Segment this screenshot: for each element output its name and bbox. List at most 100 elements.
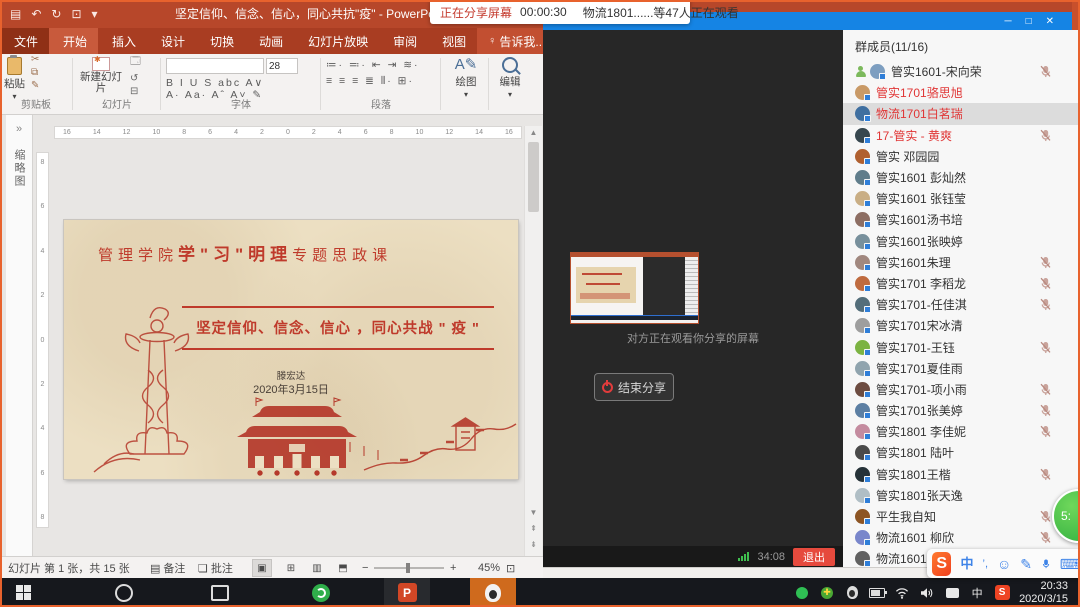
ribbon-tab[interactable]: 动画 (245, 28, 294, 54)
member-row[interactable]: 管实1701-王钰 (843, 336, 1080, 357)
ribbon-tab[interactable]: 视图 (428, 28, 477, 54)
paste-button[interactable]: 粘贴▾ (4, 54, 25, 101)
end-share-button[interactable]: 结束分享 (594, 373, 674, 401)
member-row[interactable]: 物流1701白茗瑞 (843, 103, 1080, 124)
next-slide-icon[interactable]: ⇟ (525, 540, 542, 549)
new-slide-button[interactable]: 新建幻灯片 (78, 54, 124, 97)
member-row[interactable]: 管实1601-宋向荣 (843, 61, 1080, 82)
ribbon-tab[interactable]: 幻灯片放映 (294, 28, 379, 54)
green-app-button[interactable] (298, 578, 344, 607)
member-row[interactable]: 管实1701夏佳雨 (843, 358, 1080, 379)
input-mode-indicator[interactable]: 中 (969, 585, 985, 601)
member-row[interactable]: 管实 邓园园 (843, 146, 1080, 167)
editing-button[interactable]: 编辑▾ (492, 54, 528, 99)
ribbon-tab[interactable]: 插入 (98, 28, 147, 54)
ribbon-tab[interactable]: 文件 (0, 28, 49, 54)
font-size-box[interactable]: 28 (266, 58, 298, 74)
zoom-out-button[interactable]: − (362, 557, 368, 579)
qat-icon[interactable]: ↶ (31, 7, 41, 21)
sogou-logo-icon[interactable]: S (932, 552, 951, 576)
qat-icon[interactable]: ▤ (10, 7, 21, 21)
qat-icon[interactable]: ▾ (92, 7, 98, 21)
tab-label: 视图 (442, 33, 466, 50)
voice-input-icon[interactable] (1041, 557, 1051, 571)
battery-icon[interactable] (869, 585, 885, 601)
zoom-slider[interactable] (374, 567, 444, 569)
zoom-level[interactable]: 45% (478, 557, 500, 579)
thumbnails-pane-collapsed[interactable]: » 缩略图 (6, 115, 33, 556)
tab-label: 切换 (210, 33, 234, 50)
maximize-icon[interactable]: □ (1026, 16, 1032, 27)
start-button[interactable] (0, 578, 46, 607)
close-icon[interactable]: ✕ (1046, 16, 1054, 27)
slide-sorter-view-button[interactable]: ⊞ (282, 560, 300, 576)
member-row[interactable]: 管实1801王楷 (843, 464, 1080, 485)
zoom-in-button[interactable]: + (450, 557, 456, 579)
qat-icon[interactable]: ⊡ (71, 7, 81, 21)
avatar (855, 85, 870, 100)
ribbon-tab[interactable]: 设计 (147, 28, 196, 54)
ribbon-tab[interactable]: 审阅 (379, 28, 428, 54)
zoom-slider-thumb[interactable] (406, 563, 410, 573)
member-row[interactable]: 管实1701骆思旭 (843, 82, 1080, 103)
member-row[interactable]: 管实1701 李稻龙 (843, 273, 1080, 294)
drawing-button[interactable]: A✎ 绘图▾ (446, 54, 486, 99)
align-buttons[interactable]: ≡ ≡ ≡ ≣ ⫴· ⊞· (326, 75, 436, 88)
tray-green-dot-icon[interactable] (794, 585, 810, 601)
qat-icon[interactable]: ↻ (51, 7, 61, 21)
slideshow-view-button[interactable]: ⬒ (334, 560, 352, 576)
fit-to-window-icon[interactable]: ⊡ (506, 557, 515, 579)
member-row[interactable]: 管实1801 陆叶 (843, 442, 1080, 463)
exit-button[interactable]: 退出 (793, 548, 835, 566)
slide-title: 管理学院学"习"明理专题思政课 (98, 240, 392, 265)
notes-button[interactable]: ▤备注 (150, 557, 185, 579)
member-row[interactable]: 管实1601 张钰莹 (843, 188, 1080, 209)
member-row[interactable]: 管实1801 李佳妮 (843, 421, 1080, 442)
slide-canvas[interactable]: 管理学院学"习"明理专题思政课 坚定信仰、信念、信心 ，同心共战 " 疫 " 滕… (64, 220, 518, 479)
comments-button[interactable]: ❏批注 (198, 557, 233, 579)
tray-qq-icon[interactable] (844, 585, 860, 601)
normal-view-button[interactable]: ▣ (252, 559, 272, 577)
chinese-mode-icon[interactable]: 中 (960, 557, 973, 571)
member-row[interactable]: 平生我自知 (843, 506, 1080, 527)
minimize-icon[interactable]: ─ (1004, 16, 1011, 27)
clipboard-small-buttons[interactable]: ✂⧉✎ (31, 54, 39, 101)
tray-antivirus-icon[interactable]: ✚ (819, 585, 835, 601)
member-row[interactable]: 管实1801张天逸 (843, 485, 1080, 506)
member-row[interactable]: 物流1601 柳欣 (843, 527, 1080, 548)
volume-icon[interactable] (919, 585, 935, 601)
scrollbar-thumb[interactable] (528, 142, 539, 212)
cortana-button[interactable] (101, 578, 147, 607)
notifications-icon[interactable] (944, 585, 960, 601)
powerpoint-taskbar-button[interactable]: P (384, 578, 430, 607)
member-row[interactable]: 管实1701-项小雨 (843, 379, 1080, 400)
member-row[interactable]: 管实1701张美婷 (843, 400, 1080, 421)
member-row[interactable]: 管实1701宋冰清 (843, 315, 1080, 336)
emoji-icon[interactable]: ☺ (997, 557, 1011, 571)
member-row[interactable]: 17-管实 - 黄爽 (843, 125, 1080, 146)
keyboard-icon[interactable]: ⌨ (1060, 557, 1080, 571)
slide-small-buttons[interactable]: 🗔↺⊟ (130, 54, 141, 97)
member-row[interactable]: 管实1601朱理 (843, 252, 1080, 273)
reading-view-button[interactable]: ▥ (308, 560, 326, 576)
scroll-up-icon[interactable]: ▲ (525, 128, 542, 137)
font-name-box[interactable] (166, 58, 264, 74)
previous-slide-icon[interactable]: ⇞ (525, 524, 542, 533)
member-row[interactable]: 管实1601 彭灿然 (843, 167, 1080, 188)
ribbon-tab[interactable]: 开始 (49, 28, 98, 54)
taskbar-clock[interactable]: 20:33 2020/3/15 (1019, 580, 1072, 606)
member-row[interactable]: 管实1601汤书培 (843, 209, 1080, 230)
member-row[interactable]: 管实1701-任佳淇 (843, 294, 1080, 315)
member-row[interactable]: 管实1601张映婷 (843, 231, 1080, 252)
font-style-buttons[interactable]: B I U S abc A∨ (166, 77, 316, 89)
list-indent-buttons[interactable]: ≔· ≕· ⇤ ⇥ ≋· (326, 59, 436, 71)
handwriting-icon[interactable]: ✎ (1020, 557, 1032, 571)
ppt-scrollbar[interactable]: ▲ ▼ ⇞ ⇟ (524, 126, 542, 556)
ribbon-tab[interactable]: 切换 (196, 28, 245, 54)
scroll-down-icon[interactable]: ▼ (525, 508, 542, 517)
wifi-icon[interactable] (894, 585, 910, 601)
apostrophe-icon[interactable]: ’, (983, 557, 989, 571)
qq-taskbar-button[interactable] (470, 578, 516, 607)
task-view-button[interactable] (197, 578, 243, 607)
tray-sogou-icon[interactable]: S (994, 585, 1010, 601)
